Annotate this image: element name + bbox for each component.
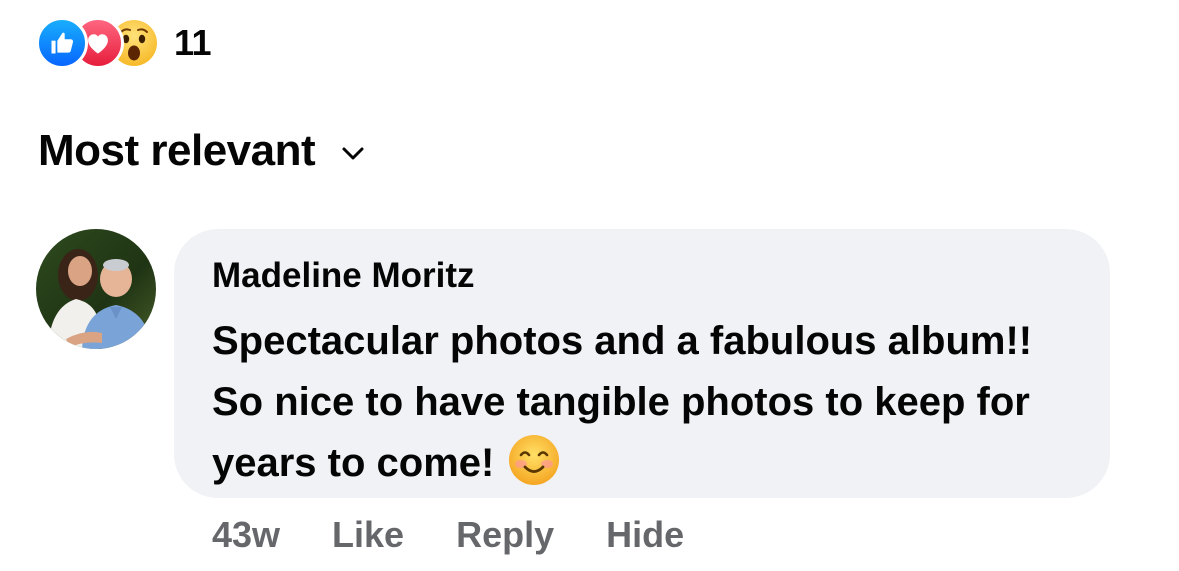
comment-actions: 43w Like Reply Hide [212,514,684,556]
comment-sort-dropdown[interactable]: Most relevant [38,126,365,176]
reactions-summary[interactable]: 11 [36,17,212,69]
comment-text: Spectacular photos and a fabulous album!… [212,311,1076,504]
comment-bubble: Madeline Moritz Spectacular photos and a… [174,229,1110,498]
comment-author[interactable]: Madeline Moritz [212,255,1076,297]
like-button[interactable]: Like [332,514,404,556]
comment-body: Spectacular photos and a fabulous album!… [212,319,1033,485]
sort-label: Most relevant [38,126,316,175]
chevron-down-icon [341,146,365,162]
comment-timestamp[interactable]: 43w [212,514,280,556]
reaction-count: 11 [174,22,212,63]
smiling-face-emoji-icon [508,434,560,504]
avatar[interactable] [36,229,156,349]
like-reaction-icon [36,17,88,69]
reply-button[interactable]: Reply [456,514,554,556]
hide-button[interactable]: Hide [606,514,684,556]
